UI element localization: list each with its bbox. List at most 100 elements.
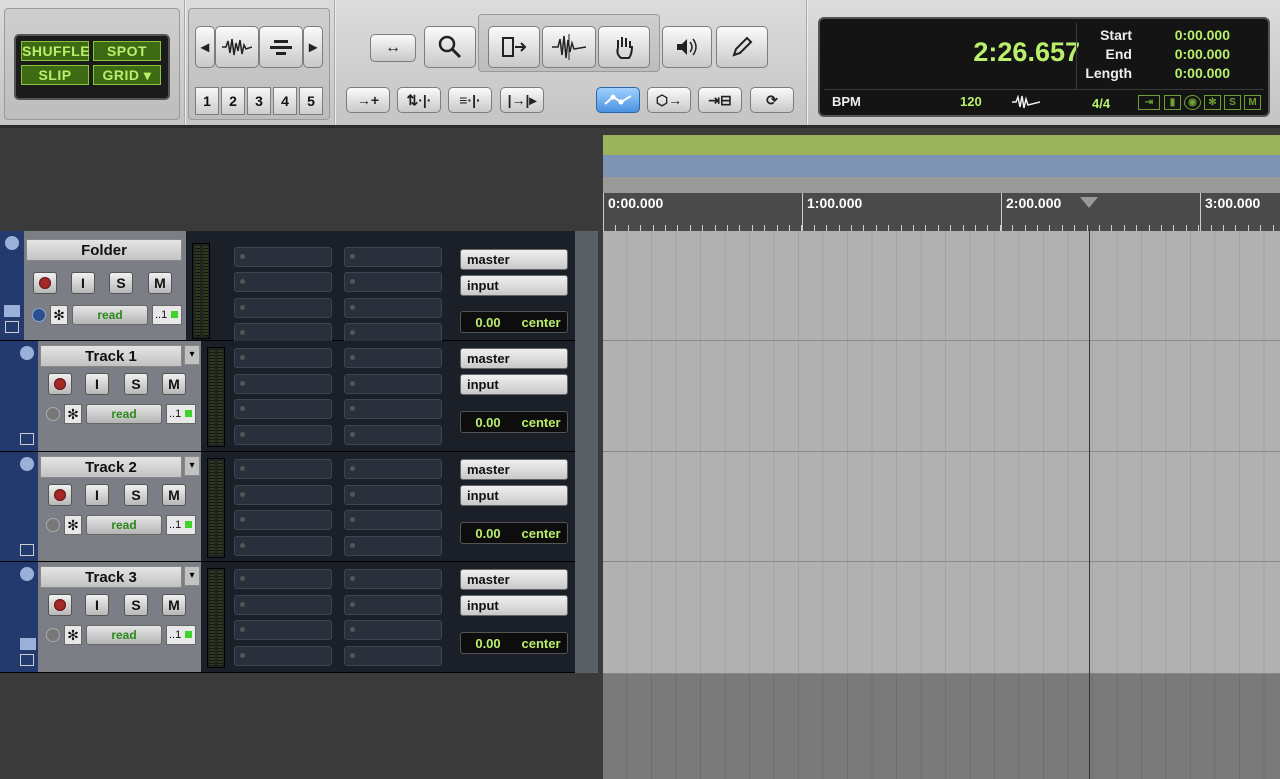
track-name[interactable]: Track 3 — [40, 566, 182, 588]
insert-slot[interactable] — [234, 348, 332, 368]
insert-slot[interactable] — [234, 510, 332, 530]
solo-button[interactable]: S — [124, 484, 148, 506]
send-slot[interactable] — [344, 459, 442, 479]
pan-value[interactable]: center — [515, 315, 567, 330]
track-star-button[interactable]: ✻ — [64, 404, 82, 424]
automation-mode-select[interactable]: read — [72, 305, 148, 325]
input-select[interactable]: input — [460, 485, 568, 506]
track-lane-1[interactable] — [603, 341, 1280, 452]
track-name[interactable]: Track 1 — [40, 345, 182, 367]
insert-slot[interactable] — [234, 620, 332, 640]
empty-track-area[interactable] — [603, 674, 1280, 779]
pan-value[interactable]: center — [515, 415, 567, 430]
metronome-icon[interactable]: ◉ — [1184, 95, 1201, 110]
countoff-icon[interactable]: ▮ — [1164, 95, 1181, 110]
grid-mode-button[interactable]: GRID ▾ — [93, 65, 161, 85]
scrubber-tool-icon[interactable] — [662, 26, 712, 68]
automation-mode-select[interactable]: read — [86, 625, 162, 645]
vca-button[interactable]: ..1 — [166, 515, 196, 535]
zoom-preset-4[interactable]: 4 — [273, 87, 297, 115]
zoom-preset-1[interactable]: 1 — [195, 87, 219, 115]
mute-status-icon[interactable]: M — [1244, 95, 1261, 110]
volume-pan-display[interactable]: 0.00 center — [460, 411, 568, 433]
mute-button[interactable]: M — [162, 484, 186, 506]
input-select[interactable]: input — [460, 595, 568, 616]
pan-value[interactable]: center — [515, 636, 567, 651]
send-slot[interactable] — [344, 399, 442, 419]
input-monitor-button[interactable]: I — [85, 594, 109, 616]
tempo-ruler[interactable] — [603, 155, 1280, 177]
zoom-preset-5[interactable]: 5 — [299, 87, 323, 115]
input-select[interactable]: input — [460, 275, 568, 296]
send-slot[interactable] — [344, 425, 442, 445]
insert-slot[interactable] — [234, 374, 332, 394]
track-lane-folder[interactable] — [603, 231, 1280, 341]
start-value[interactable]: 0:00.000 — [1160, 27, 1230, 43]
slip-mode-button[interactable]: SLIP — [21, 65, 89, 85]
link-track-edit-icon[interactable]: ⬡→ — [647, 87, 691, 113]
pencil-tool-icon[interactable] — [716, 26, 768, 68]
insert-slot[interactable] — [234, 536, 332, 556]
volume-value[interactable]: 0.00 — [461, 415, 515, 430]
insert-slot[interactable] — [234, 298, 332, 318]
insert-slot[interactable] — [234, 323, 332, 343]
send-slot[interactable] — [344, 510, 442, 530]
insert-slot[interactable] — [234, 569, 332, 589]
record-arm-button[interactable] — [48, 373, 72, 395]
solo-button[interactable]: S — [124, 594, 148, 616]
waveform-zoom-icon[interactable] — [215, 26, 259, 68]
scrollbar[interactable] — [575, 341, 598, 452]
end-value[interactable]: 0:00.000 — [1160, 46, 1230, 62]
insert-slot[interactable] — [234, 399, 332, 419]
meter-value[interactable]: 4/4 — [1092, 96, 1110, 111]
zoom-in-arrow-icon[interactable]: ▸ — [303, 26, 323, 68]
output-select[interactable]: master — [460, 348, 568, 369]
insert-slot[interactable] — [234, 425, 332, 445]
timebase-icon[interactable] — [32, 308, 46, 322]
automation-follows-edit-icon[interactable] — [596, 87, 640, 113]
send-slot[interactable] — [344, 536, 442, 556]
record-arm-button[interactable] — [48, 594, 72, 616]
solo-button[interactable]: S — [124, 373, 148, 395]
send-slot[interactable] — [344, 374, 442, 394]
insert-slot[interactable] — [234, 595, 332, 615]
send-slot[interactable] — [344, 348, 442, 368]
track-star-button[interactable]: ✻ — [64, 625, 82, 645]
track-lane-3[interactable] — [603, 562, 1280, 674]
track-collapse-icon[interactable] — [20, 457, 34, 471]
send-slot[interactable] — [344, 247, 442, 267]
volume-value[interactable]: 0.00 — [461, 636, 515, 651]
solo-status-icon[interactable]: S — [1224, 95, 1241, 110]
send-slot[interactable] — [344, 272, 442, 292]
output-select[interactable]: master — [460, 569, 568, 590]
spot-mode-button[interactable]: SPOT — [93, 41, 161, 61]
zoom-out-arrow-icon[interactable]: ◂ — [195, 26, 215, 68]
zoom-toggle-icon[interactable]: ↔ — [370, 34, 416, 62]
insertion-follows-playback-icon[interactable]: |→|▸ — [500, 87, 544, 113]
zoom-preset-2[interactable]: 2 — [221, 87, 245, 115]
min-sec-ruler[interactable]: 0:00.000 1:00.000 2:00.000 3:00.000 — [603, 193, 1280, 231]
volume-value[interactable]: 0.00 — [461, 526, 515, 541]
volume-pan-display[interactable]: 0.00 center — [460, 311, 568, 333]
timebase-icon[interactable] — [46, 407, 60, 421]
folder-collapse-icon[interactable] — [5, 236, 19, 250]
insert-slot[interactable] — [234, 485, 332, 505]
length-value[interactable]: 0:00.000 — [1160, 65, 1230, 81]
solo-button[interactable]: S — [109, 272, 133, 294]
loop-playback-icon[interactable]: ⟳ — [750, 87, 794, 113]
vca-button[interactable]: ..1 — [152, 305, 182, 325]
send-slot[interactable] — [344, 298, 442, 318]
mute-button[interactable]: M — [162, 594, 186, 616]
volume-value[interactable]: 0.00 — [461, 315, 515, 330]
send-slot[interactable] — [344, 569, 442, 589]
volume-pan-display[interactable]: 0.00 center — [460, 522, 568, 544]
input-monitor-button[interactable]: I — [85, 373, 109, 395]
bpm-value[interactable]: 120 — [960, 94, 982, 109]
record-arm-button[interactable] — [48, 484, 72, 506]
send-slot[interactable] — [344, 620, 442, 640]
track-options-icon[interactable]: ▾ — [184, 456, 200, 476]
input-monitor-button[interactable]: I — [71, 272, 95, 294]
selector-tool-icon[interactable] — [542, 26, 596, 68]
trim-tool-icon[interactable] — [488, 26, 540, 68]
meter-ruler[interactable] — [603, 177, 1280, 193]
